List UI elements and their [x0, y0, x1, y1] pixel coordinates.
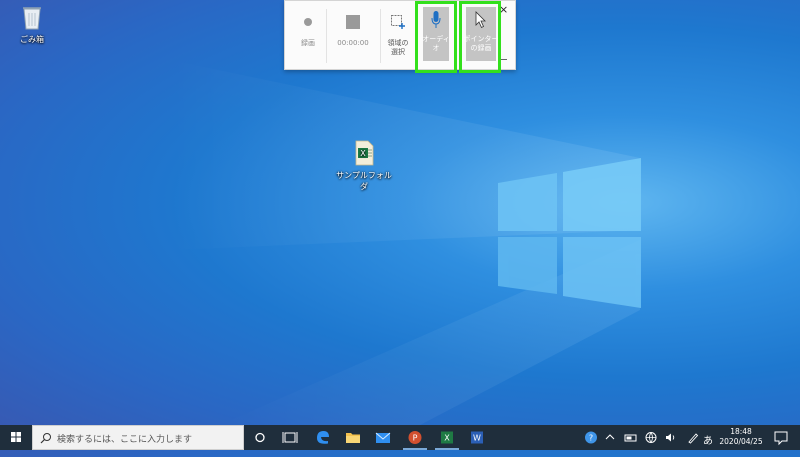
svg-text:P: P — [413, 434, 418, 443]
help-tray-button[interactable]: ? — [582, 425, 600, 450]
audio-highlight-frame — [415, 1, 457, 73]
pointer-highlight-frame — [459, 1, 501, 73]
volume-button[interactable] — [662, 425, 680, 450]
mail-icon — [375, 432, 391, 443]
taskbar: 検索するには、ここに入力します P X W ? あ 18:48 2020/04/… — [0, 425, 800, 450]
word-icon: W — [471, 431, 483, 444]
sample-folder-label: サンプルフォルダ — [336, 171, 392, 191]
recycle-bin-image — [2, 4, 62, 32]
recycle-bin-icon[interactable]: ごみ箱 — [2, 4, 62, 45]
record-button[interactable]: 録画 — [289, 1, 327, 67]
ime-mode-label: あ — [703, 436, 713, 447]
notification-icon — [774, 431, 788, 446]
battery-button[interactable] — [622, 425, 640, 450]
record-icon — [303, 17, 313, 29]
toolbar-separator — [326, 9, 327, 63]
stop-button[interactable]: 00:00:00 — [329, 1, 377, 67]
cortana-button[interactable] — [245, 425, 275, 450]
word-button[interactable]: W — [462, 425, 492, 450]
network-button[interactable] — [642, 425, 660, 450]
excel-file-image: X — [334, 140, 394, 168]
ime-indicator[interactable]: あ — [703, 432, 717, 457]
search-placeholder: 検索するには、ここに入力します — [57, 435, 193, 445]
powerpoint-icon: P — [408, 431, 422, 444]
task-view-icon — [282, 432, 298, 443]
start-button[interactable] — [0, 425, 32, 450]
svg-text:?: ? — [589, 434, 593, 443]
select-area-label-line2: 選択 — [391, 48, 405, 56]
file-explorer-button[interactable] — [338, 425, 368, 450]
taskbar-clock[interactable]: 18:48 2020/04/25 — [718, 427, 764, 447]
excel-icon: X — [441, 431, 453, 444]
toolbar-separator — [380, 9, 381, 63]
select-area-button[interactable]: 領域の 選択 — [382, 1, 414, 67]
svg-text:X: X — [360, 149, 366, 158]
edge-button[interactable] — [308, 425, 338, 450]
powerpoint-button[interactable]: P — [400, 425, 430, 450]
svg-text:X: X — [444, 434, 450, 443]
battery-icon — [624, 434, 637, 442]
task-view-button[interactable] — [275, 425, 305, 450]
pen-icon — [688, 433, 699, 444]
show-hidden-icons-button[interactable] — [602, 425, 618, 450]
sample-folder-icon[interactable]: X サンプルフォルダ — [334, 140, 394, 192]
recycle-bin-label: ごみ箱 — [20, 35, 44, 44]
select-area-icon — [391, 15, 405, 31]
globe-icon — [645, 432, 657, 444]
help-icon: ? — [585, 431, 597, 444]
chevron-up-icon — [605, 434, 615, 440]
minimize-icon[interactable] — [501, 59, 507, 60]
taskbar-search-box[interactable]: 検索するには、ここに入力します — [32, 425, 244, 450]
select-area-label-line1: 領域の — [387, 39, 409, 47]
action-center-button[interactable] — [770, 425, 792, 450]
excel-button[interactable]: X — [432, 425, 462, 450]
pen-button[interactable] — [684, 425, 702, 450]
edge-icon — [317, 431, 329, 444]
clock-date: 2020/04/25 — [719, 437, 763, 446]
volume-icon — [666, 433, 675, 442]
select-area-label: 領域の 選択 — [382, 39, 414, 57]
clock-time: 18:48 — [730, 427, 752, 436]
timer-display: 00:00:00 — [337, 39, 369, 47]
stop-icon — [346, 15, 360, 31]
file-explorer-icon — [346, 433, 360, 443]
record-label: 録画 — [301, 39, 315, 47]
cortana-icon — [255, 432, 265, 443]
windows-start-icon — [11, 432, 21, 442]
svg-text:W: W — [473, 434, 481, 443]
mail-button[interactable] — [368, 425, 398, 450]
search-icon — [40, 433, 51, 444]
